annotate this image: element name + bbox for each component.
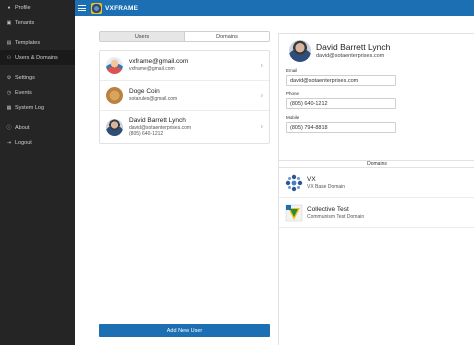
list-item[interactable]: VX VX Base Domain bbox=[279, 169, 474, 198]
user-icon: ● bbox=[7, 4, 11, 11]
domain-description: VX Base Domain bbox=[307, 184, 346, 190]
tab-users[interactable]: Users bbox=[100, 32, 185, 41]
user-email: sotarules@gmail.com bbox=[129, 96, 178, 103]
detail-user-name: David Barrett Lynch bbox=[316, 42, 391, 52]
app-logo bbox=[91, 2, 102, 14]
sidebar-item-label: Profile bbox=[15, 4, 31, 11]
tab-domains[interactable]: Domains bbox=[185, 32, 269, 41]
mobile-field[interactable]: (805) 794-8818 bbox=[286, 122, 396, 133]
sidebar-item-about[interactable]: ⓘ About bbox=[0, 120, 75, 135]
add-new-user-button[interactable]: Add New User bbox=[99, 324, 270, 337]
sidebar-item-tenants[interactable]: ▣ Tenants bbox=[0, 15, 75, 30]
user-name: David Barrett Lynch bbox=[129, 116, 186, 124]
sidebar-item-templates[interactable]: ▤ Templates bbox=[0, 35, 75, 50]
user-name: vxframe@gmail.com bbox=[129, 58, 189, 66]
domains-heading: Domains bbox=[279, 160, 474, 168]
main-content: Users Domains vxframe@gmail.com vxframe@… bbox=[75, 16, 474, 345]
sidebar-item-profile[interactable]: ● Profile bbox=[0, 0, 75, 15]
mobile-label: Mobile bbox=[286, 115, 300, 120]
vx-domain-icon bbox=[285, 174, 303, 192]
hamburger-menu-icon[interactable] bbox=[78, 5, 86, 11]
avatar bbox=[106, 118, 123, 136]
sidebar-item-label: Users & Domains bbox=[15, 54, 58, 61]
logout-icon: ⇥ bbox=[6, 139, 12, 146]
avatar bbox=[106, 87, 123, 104]
chevron-right-icon: › bbox=[260, 123, 263, 131]
tab-bar: Users Domains bbox=[99, 31, 270, 42]
app-title: VXFRAME bbox=[105, 4, 139, 12]
domain-name: VX bbox=[307, 176, 316, 183]
sidebar-item-label: Templates bbox=[15, 39, 41, 46]
detail-user-email: david@sotaenterprises.com bbox=[316, 53, 385, 59]
email-field[interactable]: david@sotaenterprises.com bbox=[286, 75, 396, 86]
sidebar: ● Profile ▣ Tenants ▤ Templates ⚇ Users … bbox=[0, 0, 75, 345]
collective-domain-icon bbox=[285, 204, 303, 222]
user-phone: (805) 640-1212 bbox=[129, 131, 164, 137]
user-email: vxframe@gmail.com bbox=[129, 66, 175, 73]
chevron-right-icon: › bbox=[260, 62, 263, 69]
sidebar-item-users-domains[interactable]: ⚇ Users & Domains bbox=[0, 50, 75, 65]
domain-description: Communism Test Domain bbox=[307, 214, 365, 220]
avatar bbox=[289, 40, 311, 62]
phone-field[interactable]: (805) 640-1212 bbox=[286, 98, 396, 109]
building-icon: ▣ bbox=[6, 19, 12, 26]
log-icon: ▦ bbox=[6, 104, 12, 111]
info-icon: ⓘ bbox=[6, 125, 12, 131]
sidebar-item-label: Tenants bbox=[15, 19, 35, 26]
user-detail-panel: David Barrett Lynch david@sotaenterprise… bbox=[278, 33, 474, 345]
email-label: Email bbox=[286, 68, 298, 73]
user-name: Doge Coin bbox=[129, 88, 160, 96]
sidebar-item-events[interactable]: ◷ Events bbox=[0, 85, 75, 100]
sidebar-item-label: About bbox=[15, 124, 30, 131]
sidebar-item-label: System Log bbox=[15, 104, 45, 111]
top-bar: VXFRAME bbox=[75, 0, 474, 16]
list-item[interactable]: David Barrett Lynch david@sotaenterprise… bbox=[100, 111, 269, 143]
sidebar-item-label: Events bbox=[15, 89, 32, 96]
phone-label: Phone bbox=[286, 91, 300, 96]
list-item[interactable]: vxframe@gmail.com vxframe@gmail.com › bbox=[100, 51, 269, 81]
avatar bbox=[106, 57, 123, 74]
users-icon: ⚇ bbox=[6, 54, 12, 61]
gear-icon: ⚙ bbox=[6, 74, 12, 81]
clock-icon: ◷ bbox=[6, 89, 12, 96]
list-item[interactable]: Doge Coin sotarules@gmail.com › bbox=[100, 81, 269, 111]
sidebar-item-logout[interactable]: ⇥ Logout bbox=[0, 135, 75, 150]
sidebar-item-label: Logout bbox=[15, 139, 32, 146]
sidebar-item-system-log[interactable]: ▦ System Log bbox=[0, 100, 75, 115]
sidebar-item-settings[interactable]: ⚙ Settings bbox=[0, 70, 75, 85]
sidebar-item-label: Settings bbox=[15, 74, 35, 81]
chevron-right-icon: › bbox=[260, 92, 263, 99]
domain-name: Collective Test bbox=[307, 206, 349, 213]
list-item[interactable]: Collective Test Communism Test Domain bbox=[279, 199, 474, 228]
document-icon: ▤ bbox=[6, 39, 12, 46]
user-list: vxframe@gmail.com vxframe@gmail.com › Do… bbox=[99, 50, 270, 144]
